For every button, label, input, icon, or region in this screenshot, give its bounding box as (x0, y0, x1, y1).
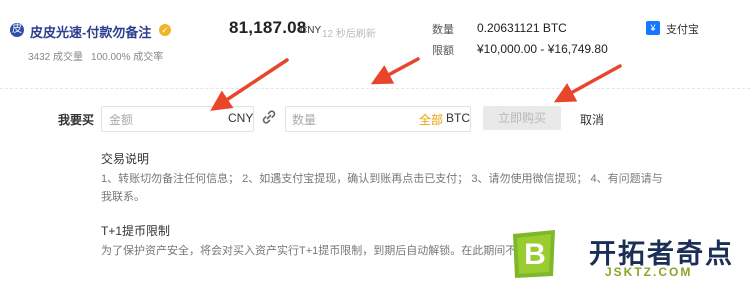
withdraw-limit-text: 为了保护资产安全，将会对买入资产实行T+1提币限制，到期后自动解锁。在此期间不 (101, 245, 517, 257)
link-icon (262, 110, 276, 124)
trade-notes-line2: 我联系。 (101, 191, 145, 203)
quantity-placeholder: 数量 (292, 113, 317, 127)
verified-badge-icon: ✓ (159, 24, 171, 36)
trade-notes-title: 交易说明 (101, 152, 150, 166)
buy-label: 我要买 (58, 113, 95, 127)
available-quantity-label: 数量 (432, 24, 454, 36)
cancel-button[interactable]: 取消 (580, 111, 604, 128)
watermark-logo: B (513, 230, 555, 278)
amount-placeholder: 金额 (109, 113, 134, 127)
available-quantity-value: 0.20631121 BTC (477, 21, 567, 35)
merchant-stats: 3432 成交量 100.00% 成交率 (28, 48, 171, 63)
payment-method-label: 支付宝 (666, 24, 699, 36)
price-currency: CNY (300, 25, 322, 36)
watermark-domain: JSKTZ.COM (605, 265, 693, 279)
buy-now-button[interactable]: 立即购买 (483, 106, 561, 130)
refresh-countdown: 12 秒后刷新 (322, 29, 376, 40)
trade-count: 3432 成交量 (28, 52, 84, 63)
limit-label: 限额 (432, 45, 454, 57)
trade-notes-line1: 1、转账切勿备注任何信息； 2、如遇支付宝提现，确认到账再点击已支付； 3、请勿… (101, 173, 663, 185)
amount-unit: CNY (228, 111, 254, 125)
section-divider (0, 88, 750, 90)
watermark-logo-letter: B (524, 238, 546, 271)
alipay-icon: ¥ (646, 21, 660, 35)
merchant-name[interactable]: 皮皮光速-付款勿备注 (30, 22, 151, 41)
withdraw-limit-title: T+1提币限制 (101, 224, 171, 238)
all-button[interactable]: 全部 (419, 111, 443, 128)
completion-rate: 100.00% 成交率 (91, 52, 164, 63)
quantity-unit: BTC (446, 111, 470, 125)
merchant-avatar-icon: 皮 (10, 23, 24, 37)
limit-value: ¥10,000.00 - ¥16,749.80 (477, 42, 608, 56)
merchant-panel (0, 0, 750, 82)
unit-price: 81,187.08 (229, 18, 307, 37)
